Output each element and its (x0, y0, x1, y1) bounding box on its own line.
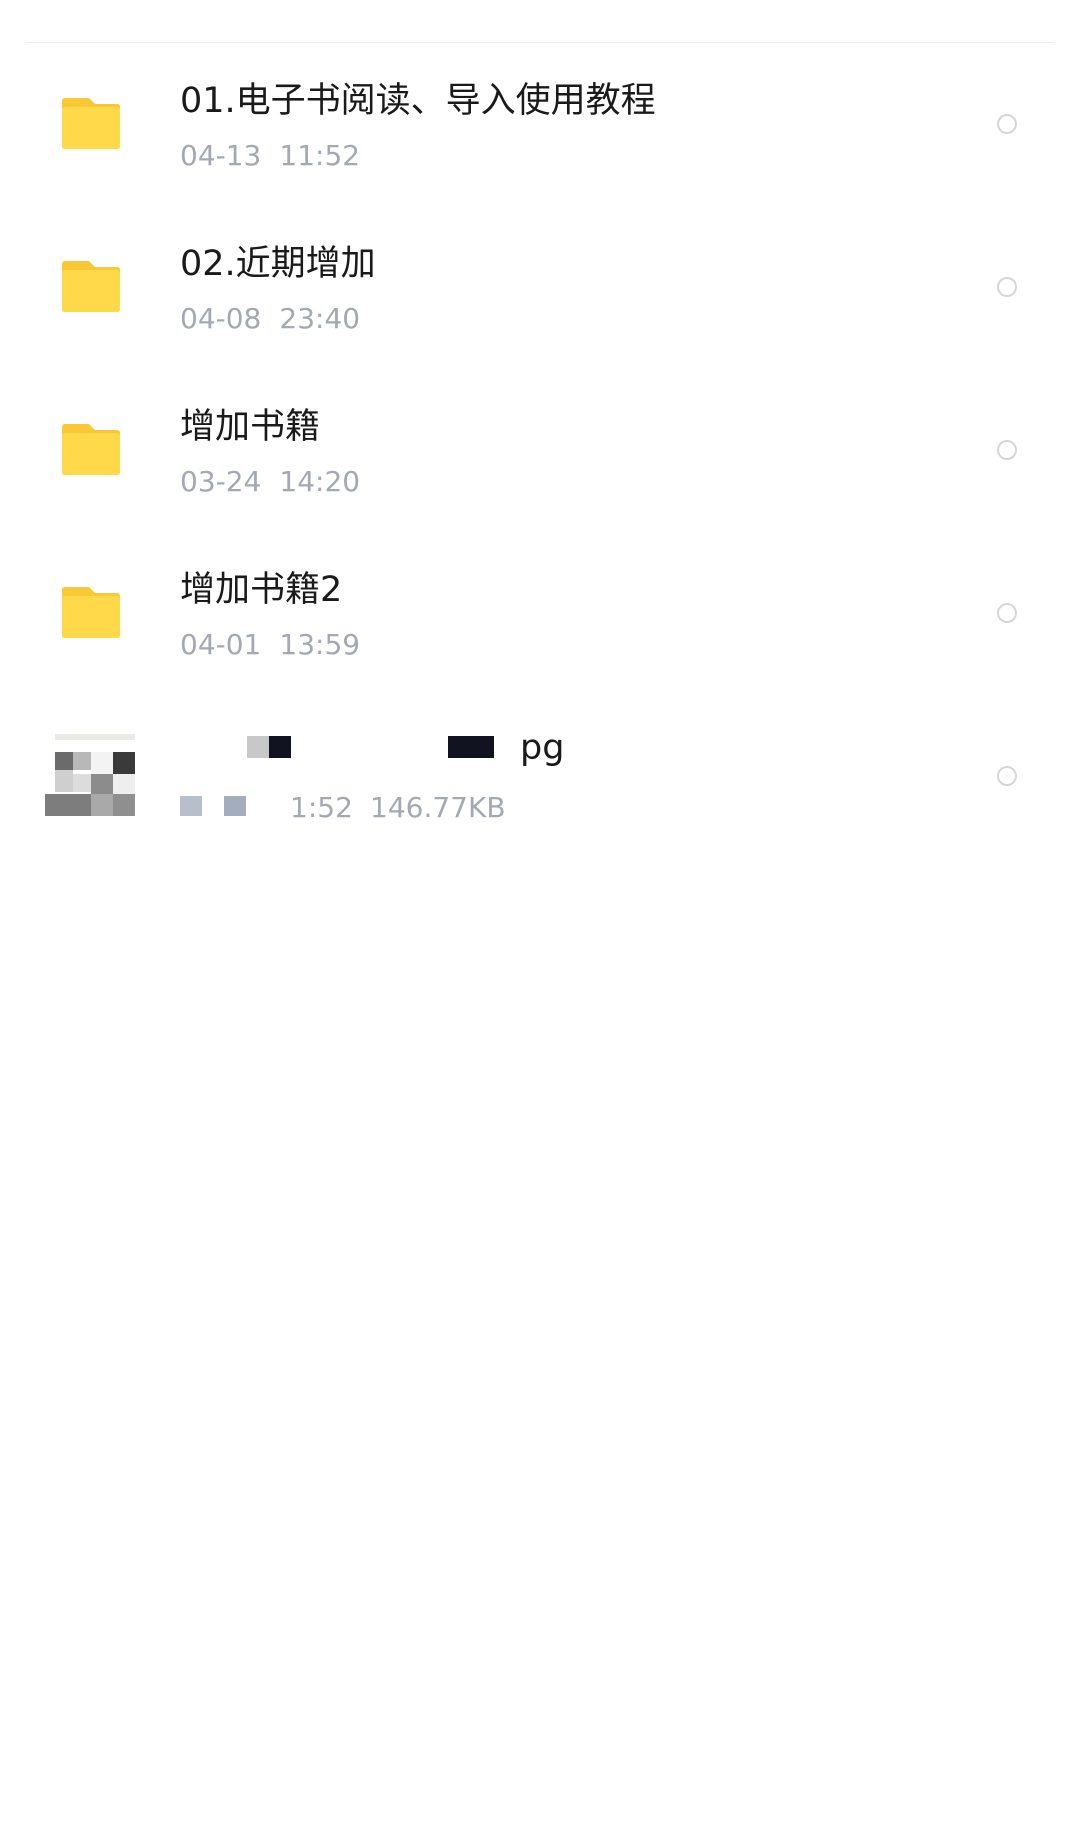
file-time: 11:52 (279, 139, 361, 172)
folder-icon (45, 575, 137, 650)
file-meta: 04-13 11:52 (180, 138, 360, 174)
select-radio[interactable] (997, 114, 1017, 134)
file-time: 14:20 (279, 465, 361, 498)
redaction-block (448, 736, 494, 758)
file-name: 02.近期增加 (180, 244, 376, 284)
file-list: 01.电子书阅读、导入使用教程 04-13 11:52 02.近期增加 04-08… (0, 43, 1080, 858)
list-item-folder[interactable]: 02.近期增加 04-08 23:40 (0, 206, 1080, 369)
list-item-folder[interactable]: 01.电子书阅读、导入使用教程 04-13 11:52 (0, 43, 1080, 206)
redaction-block (180, 796, 202, 816)
file-date: 03-24 (180, 465, 262, 498)
file-name: 01.电子书阅读、导入使用教程 (180, 81, 656, 121)
file-name: 增加书籍 (180, 407, 321, 447)
list-item-folder[interactable]: 增加书籍2 04-01 13:59 (0, 532, 1080, 695)
file-size: 146.77KB (370, 791, 506, 824)
file-date: 04-13 (180, 139, 262, 172)
file-meta: 03-24 14:20 (180, 464, 360, 500)
list-item-folder[interactable]: 增加书籍 03-24 14:20 (0, 369, 1080, 532)
file-time: 23:40 (279, 302, 361, 335)
folder-icon (45, 249, 137, 324)
folder-icon (45, 412, 137, 487)
redaction-block (180, 731, 240, 745)
redaction-block (247, 736, 269, 758)
file-meta: 04-08 23:40 (180, 301, 360, 337)
file-meta: 1:52 146.77KB (180, 790, 600, 826)
redaction-block (269, 736, 291, 758)
file-date: 04-08 (180, 302, 262, 335)
folder-icon (45, 86, 137, 161)
file-name: pg (180, 728, 600, 775)
file-name-suffix: pg (520, 728, 565, 768)
file-meta: 04-01 13:59 (180, 627, 360, 663)
select-radio[interactable] (997, 766, 1017, 786)
file-date: 04-01 (180, 628, 262, 661)
image-thumbnail (45, 734, 135, 816)
file-time: 13:59 (279, 628, 361, 661)
select-radio[interactable] (997, 440, 1017, 460)
redaction-block (224, 796, 246, 816)
select-radio[interactable] (997, 277, 1017, 297)
file-name: 增加书籍2 (180, 570, 343, 610)
file-time: 1:52 (290, 791, 353, 824)
select-radio[interactable] (997, 603, 1017, 623)
list-item-image[interactable]: pg 1:52 146.77KB (0, 695, 1080, 858)
